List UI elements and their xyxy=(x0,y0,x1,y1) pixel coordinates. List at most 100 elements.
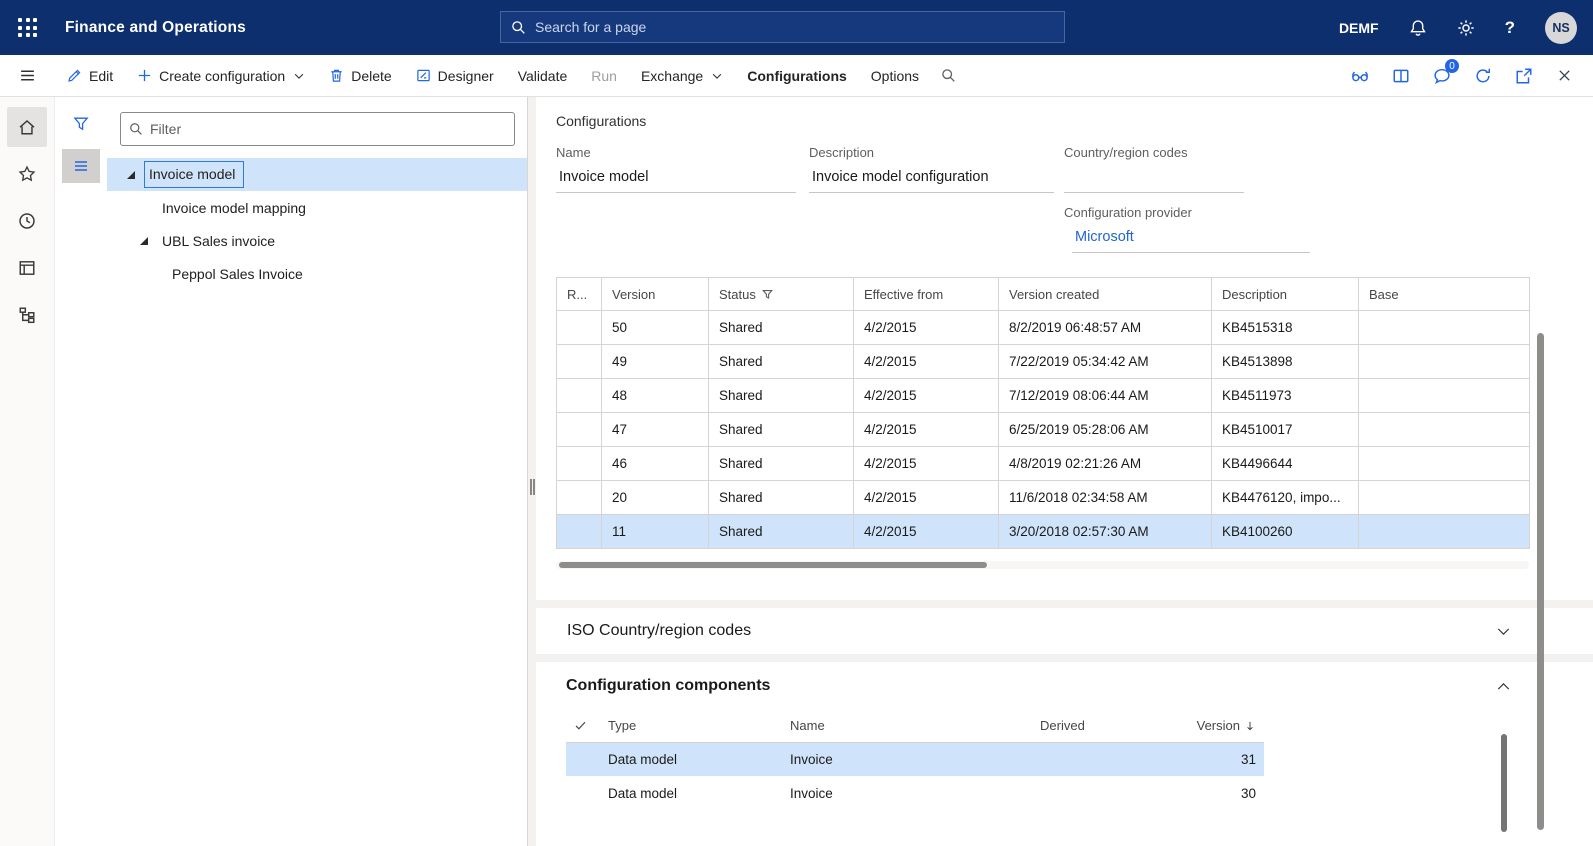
waffle-menu-icon[interactable] xyxy=(0,0,55,55)
components-header[interactable]: Configuration components xyxy=(566,677,1593,695)
version-row[interactable]: 49 Shared 4/2/2015 7/22/2019 05:34:42 AM… xyxy=(557,345,1530,379)
tree-view-list-icon[interactable] xyxy=(62,149,100,183)
version-row[interactable]: 50 Shared 4/2/2015 8/2/2019 06:48:57 AM … xyxy=(557,311,1530,345)
topbar-right: DEMF ? NS xyxy=(1339,0,1577,55)
cell-effective-from: 4/2/2015 xyxy=(854,311,999,345)
filter-funnel-icon[interactable] xyxy=(62,107,100,141)
column-version-sorted[interactable]: Version xyxy=(1182,710,1264,742)
filter-funnel-icon[interactable] xyxy=(762,289,773,300)
expand-triangle-icon[interactable] xyxy=(126,170,136,180)
tree-filter-box[interactable] xyxy=(120,112,515,146)
column-derived[interactable]: Derived xyxy=(1032,710,1182,742)
column-name[interactable]: Name xyxy=(782,710,1032,742)
name-field: Name Invoice model xyxy=(556,145,809,193)
close-icon[interactable] xyxy=(1550,61,1579,90)
page-search-input[interactable] xyxy=(535,19,1054,35)
glasses-icon[interactable] xyxy=(1345,61,1374,90)
tree-item-invoice-model[interactable]: Invoice model xyxy=(107,158,527,191)
component-row[interactable]: Data model Invoice 30 xyxy=(566,776,1264,810)
create-configuration-button[interactable]: Create configuration xyxy=(125,55,317,96)
tree-item-ubl-sales-invoice[interactable]: UBL Sales invoice xyxy=(107,224,527,257)
name-value[interactable]: Invoice model xyxy=(556,167,796,193)
pencil-icon xyxy=(67,68,82,83)
chevron-down-icon[interactable] xyxy=(1496,624,1511,639)
configuration-provider-value[interactable]: Microsoft xyxy=(1072,227,1310,253)
open-in-new-window-icon[interactable] xyxy=(1509,61,1538,90)
modules-hierarchy-icon[interactable] xyxy=(7,295,47,335)
run-button: Run xyxy=(579,55,629,96)
configurations-menu[interactable]: Configurations xyxy=(735,55,859,96)
tree-item-peppol-sales-invoice[interactable]: Peppol Sales Invoice xyxy=(107,257,527,290)
page-search-box[interactable] xyxy=(500,11,1065,43)
workspaces-icon[interactable] xyxy=(7,248,47,288)
description-value[interactable]: Invoice model configuration xyxy=(809,167,1054,193)
column-status[interactable]: Status xyxy=(709,278,854,311)
splitter-grip[interactable] xyxy=(530,479,535,495)
run-label: Run xyxy=(591,68,617,84)
gear-icon[interactable] xyxy=(1457,19,1475,37)
help-icon[interactable]: ? xyxy=(1505,18,1515,38)
column-version-created[interactable]: Version created xyxy=(999,278,1212,311)
version-row[interactable]: 47 Shared 4/2/2015 6/25/2019 05:28:06 AM… xyxy=(557,413,1530,447)
configurations-section: Configurations Name Invoice model Descri… xyxy=(536,97,1593,600)
cell-republish xyxy=(557,311,602,345)
split-view-icon[interactable] xyxy=(1386,61,1415,90)
cell-version-created: 4/8/2019 02:21:26 AM xyxy=(999,447,1212,481)
horizontal-scrollbar[interactable] xyxy=(556,561,1529,569)
home-icon[interactable] xyxy=(7,107,47,147)
exchange-menu[interactable]: Exchange xyxy=(629,55,735,96)
expand-triangle-icon[interactable] xyxy=(139,236,149,246)
components-scrollbar[interactable] xyxy=(1501,734,1507,832)
delete-button[interactable]: Delete xyxy=(317,55,403,96)
actionbar-search-icon[interactable] xyxy=(931,55,966,96)
tree-filter-input[interactable] xyxy=(150,121,506,137)
vertical-scrollbar[interactable] xyxy=(1537,333,1544,830)
cell-description: KB4100260 xyxy=(1212,515,1359,549)
cell-version: 30 xyxy=(1182,776,1264,810)
recent-clock-icon[interactable] xyxy=(7,201,47,241)
column-version[interactable]: Version xyxy=(602,278,709,311)
page-title: Configurations xyxy=(556,113,1593,129)
iso-country-region-section[interactable]: ISO Country/region codes xyxy=(536,608,1593,654)
bell-icon[interactable] xyxy=(1409,19,1427,37)
chevron-up-icon[interactable] xyxy=(1496,679,1511,694)
edit-button[interactable]: Edit xyxy=(55,55,125,96)
avatar[interactable]: NS xyxy=(1545,12,1577,44)
column-base[interactable]: Base xyxy=(1359,278,1530,311)
version-row[interactable]: 46 Shared 4/2/2015 4/8/2019 02:21:26 AM … xyxy=(557,447,1530,481)
version-row[interactable]: 48 Shared 4/2/2015 7/12/2019 08:06:44 AM… xyxy=(557,379,1530,413)
cell-effective-from: 4/2/2015 xyxy=(854,379,999,413)
options-menu[interactable]: Options xyxy=(859,55,931,96)
company-picker[interactable]: DEMF xyxy=(1339,20,1379,36)
cell-name-link[interactable]: Invoice xyxy=(782,776,1032,810)
favorites-star-icon[interactable] xyxy=(7,154,47,194)
column-republish[interactable]: R... xyxy=(557,278,602,311)
cell-base xyxy=(1359,311,1530,345)
cell-base xyxy=(1359,345,1530,379)
tree-item-invoice-model-mapping[interactable]: Invoice model mapping xyxy=(107,191,527,224)
hamburger-icon[interactable] xyxy=(0,67,55,84)
country-region-value[interactable] xyxy=(1064,167,1244,193)
version-row[interactable]: 20 Shared 4/2/2015 11/6/2018 02:34:58 AM… xyxy=(557,481,1530,515)
edit-label: Edit xyxy=(89,68,113,84)
cell-effective-from: 4/2/2015 xyxy=(854,345,999,379)
version-row-selected[interactable]: 11 Shared 4/2/2015 3/20/2018 02:57:30 AM… xyxy=(557,515,1530,549)
designer-icon xyxy=(416,68,431,83)
refresh-icon[interactable] xyxy=(1468,61,1497,90)
validate-button[interactable]: Validate xyxy=(506,55,580,96)
validate-label: Validate xyxy=(518,68,568,84)
column-type[interactable]: Type xyxy=(600,710,782,742)
panel-splitter[interactable] xyxy=(527,97,536,846)
cell-derived xyxy=(1032,776,1182,810)
message-balloon-icon[interactable]: 0 xyxy=(1427,61,1456,90)
cell-version-created: 6/25/2019 05:28:06 AM xyxy=(999,413,1212,447)
cell-name-link[interactable]: Invoice xyxy=(782,742,1032,776)
component-row-selected[interactable]: Data model Invoice 31 xyxy=(566,742,1264,776)
designer-button[interactable]: Designer xyxy=(404,55,506,96)
iso-section-title: ISO Country/region codes xyxy=(567,622,751,640)
column-effective-from[interactable]: Effective from xyxy=(854,278,999,311)
column-description[interactable]: Description xyxy=(1212,278,1359,311)
waffle-grid xyxy=(18,18,37,37)
select-all-checkmark-icon[interactable] xyxy=(566,710,600,742)
horizontal-scrollbar-thumb[interactable] xyxy=(559,562,987,568)
